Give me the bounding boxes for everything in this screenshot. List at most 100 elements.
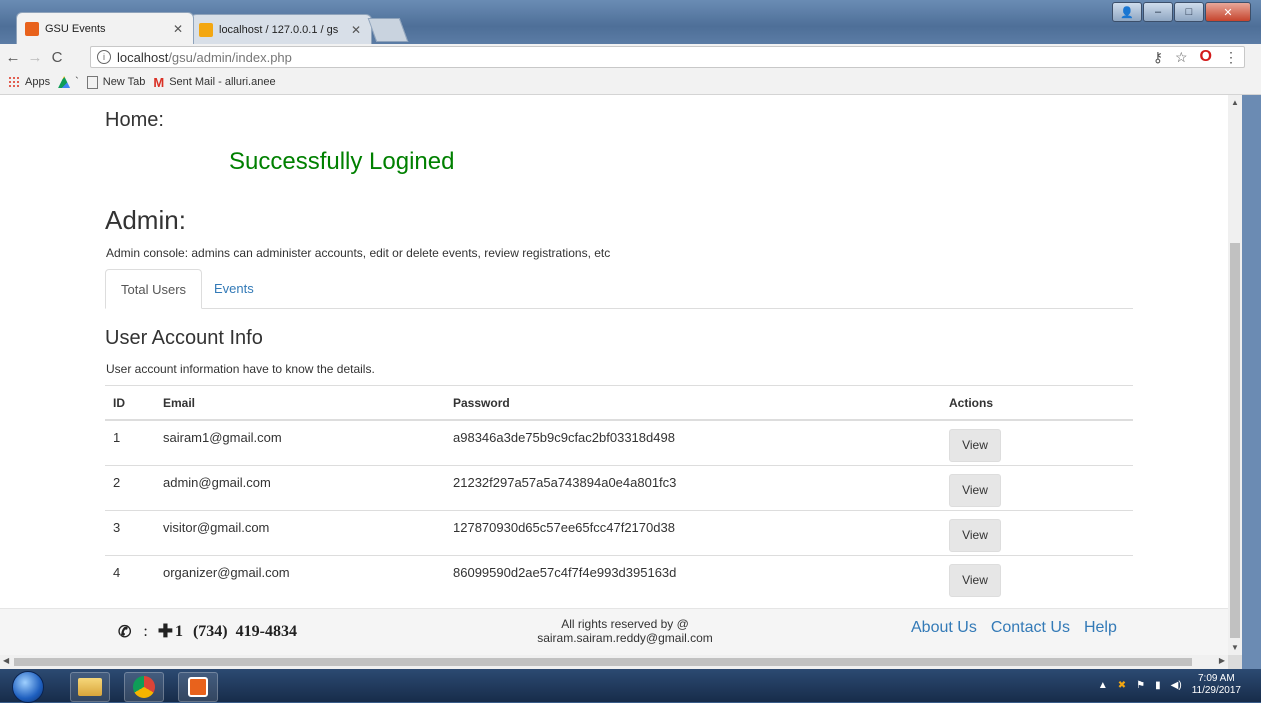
phone-country-code: 1 (174, 622, 183, 640)
cell-email: visitor@gmail.com (155, 509, 445, 555)
help-link[interactable]: Help (1084, 619, 1117, 637)
menu-dots-icon[interactable]: ⋮ (1224, 49, 1238, 66)
cell-id: 2 (105, 464, 155, 510)
system-tray: ▲ ✖ ⚑ ▮ ◀) 7:09 AM 11/29/2017 (1098, 673, 1241, 697)
table-header-row: ID Email Password Actions (105, 385, 1133, 421)
phone-number: (734) 419-4834 (192, 622, 297, 640)
header-password: Password (445, 385, 941, 421)
vertical-scrollbar[interactable]: ▲ ▼ (1228, 95, 1242, 655)
scroll-up-icon[interactable]: ▲ (1231, 98, 1239, 107)
cell-email: sairam1@gmail.com (155, 419, 445, 465)
maximize-button[interactable]: □ (1174, 2, 1204, 22)
view-button[interactable]: View (949, 563, 1001, 597)
tray-expand-icon[interactable]: ▲ (1098, 680, 1108, 691)
cell-actions: View (941, 509, 1133, 555)
users-table: ID Email Password Actions 1 sairam1@gmai… (105, 385, 1133, 600)
table-row: 3 visitor@gmail.com 127870930d65c57ee65f… (105, 509, 1133, 555)
table-row: 2 admin@gmail.com 21232f297a57a5a743894a… (105, 464, 1133, 510)
bookmark-separator: ` (75, 76, 79, 88)
scroll-left-icon[interactable]: ◀ (3, 656, 9, 665)
drive-icon (58, 76, 71, 88)
person-icon[interactable]: 👤 (1112, 2, 1142, 22)
about-us-link[interactable]: About Us (911, 619, 977, 637)
back-icon[interactable]: ← (4, 49, 22, 66)
reload-icon[interactable]: C (48, 49, 66, 66)
table-row: 4 organizer@gmail.com 86099590d2ae57c4f7… (105, 554, 1133, 600)
table-row: 1 sairam1@gmail.com a98346a3de75b9c9cfac… (105, 419, 1133, 465)
start-button-icon[interactable] (12, 671, 44, 703)
scrollbar-thumb[interactable] (1230, 243, 1240, 638)
clock-time: 7:09 AM (1197, 673, 1235, 684)
admin-tabs: Total Users Events (105, 269, 1133, 309)
section-title: User Account Info (105, 327, 263, 349)
home-label: Home: (105, 109, 164, 131)
browser-tab-title: GSU Events (45, 22, 106, 35)
cell-id: 4 (105, 554, 155, 600)
close-tab-icon[interactable]: ✕ (351, 23, 361, 37)
bookmark-new-tab[interactable]: New Tab (86, 75, 146, 89)
cell-password: 86099590d2ae57c4f7f4e993d395163d (445, 554, 941, 600)
cell-password: a98346a3de75b9c9cfac2bf03318d498 (445, 419, 941, 465)
star-icon[interactable]: ☆ (1175, 49, 1188, 66)
success-message: Successfully Logined (229, 148, 455, 175)
file-explorer-icon[interactable] (70, 672, 110, 702)
volume-icon[interactable]: ◀) (1171, 680, 1182, 691)
battery-icon[interactable]: ▮ (1155, 680, 1161, 691)
cell-actions: View (941, 554, 1133, 600)
browser-tab-gsu-events[interactable]: GSU Events ✕ (16, 12, 194, 44)
page-icon (86, 75, 98, 89)
footer-links: About Us Contact Us Help (911, 619, 1117, 637)
app-icon[interactable] (178, 672, 218, 702)
bookmark-label: New Tab (102, 76, 146, 88)
bookmark-drive[interactable]: ` (58, 76, 79, 88)
view-button[interactable]: View (949, 518, 1001, 552)
horizontal-scrollbar[interactable]: ◀ ▶ (0, 655, 1228, 669)
browser-toolbar: ← → C i localhost/gsu/admin/index.php ⚷ … (0, 44, 1261, 70)
view-button[interactable]: View (949, 473, 1001, 507)
gsu-favicon-icon (25, 21, 39, 36)
phone-icon: ✆ (118, 623, 132, 641)
url-host: localhost (117, 49, 169, 65)
contact-us-link[interactable]: Contact Us (991, 619, 1070, 637)
rights-email: sairam.sairam.reddy@gmail.com (537, 631, 713, 645)
chrome-icon[interactable] (124, 672, 164, 702)
key-icon[interactable]: ⚷ (1153, 49, 1163, 66)
address-bar[interactable]: i localhost/gsu/admin/index.php ⚷ ☆ O ⋮ (90, 46, 1245, 68)
close-window-button[interactable]: ✕ (1205, 2, 1251, 22)
cell-email: organizer@gmail.com (155, 554, 445, 600)
apps-grid-icon (8, 76, 20, 88)
browser-titlebar: GSU Events ✕ localhost / 127.0.0.1 / gs … (0, 0, 1261, 44)
view-button[interactable]: View (949, 429, 1001, 462)
cell-actions: View (941, 464, 1133, 510)
header-actions: Actions (941, 385, 1133, 421)
scrollbar-thumb[interactable] (14, 658, 1192, 666)
scroll-down-icon[interactable]: ▼ (1231, 643, 1239, 652)
cell-email: admin@gmail.com (155, 464, 445, 510)
new-tab-button[interactable] (367, 18, 409, 42)
bookmarks-bar: Apps ` New Tab M Sent Mail - alluri.anee (0, 70, 1261, 95)
bookmark-sent-mail[interactable]: M Sent Mail - alluri.anee (153, 75, 275, 90)
forward-icon[interactable]: → (26, 49, 44, 66)
window-frame-edge (1242, 95, 1261, 669)
clock[interactable]: 7:09 AM 11/29/2017 (1192, 673, 1241, 697)
bookmark-label: Apps (25, 76, 51, 88)
opera-icon[interactable]: O (1200, 48, 1212, 66)
taskbar: ▲ ✖ ⚑ ▮ ◀) 7:09 AM 11/29/2017 (0, 669, 1261, 703)
tab-total-users[interactable]: Total Users (105, 269, 203, 309)
minimize-button[interactable]: – (1143, 2, 1173, 22)
cell-password: 21232f297a57a5a743894a0e4a801fc3 (445, 464, 941, 510)
info-icon[interactable]: i (97, 50, 111, 64)
rights-line: All rights reserved by @ (561, 617, 689, 631)
browser-tab-phpmyadmin[interactable]: localhost / 127.0.0.1 / gs ✕ (190, 14, 372, 44)
header-email: Email (155, 385, 445, 421)
page-viewport: Home: Successfully Logined Admin: Admin … (0, 95, 1228, 655)
bookmark-apps[interactable]: Apps (8, 76, 50, 88)
page-footer: ✆ : ✚ +1 1 (734) 419-4834 All rights res… (0, 608, 1228, 655)
close-tab-icon[interactable]: ✕ (173, 22, 183, 36)
network-warning-icon[interactable]: ✖ (1118, 680, 1126, 691)
admin-title: Admin: (105, 205, 186, 235)
tab-events[interactable]: Events (199, 269, 269, 308)
scroll-right-icon[interactable]: ▶ (1219, 656, 1225, 665)
phone-contact: ✆ : ✚ +1 1 (734) 419-4834 (118, 621, 297, 642)
flag-icon[interactable]: ⚑ (1136, 680, 1145, 691)
